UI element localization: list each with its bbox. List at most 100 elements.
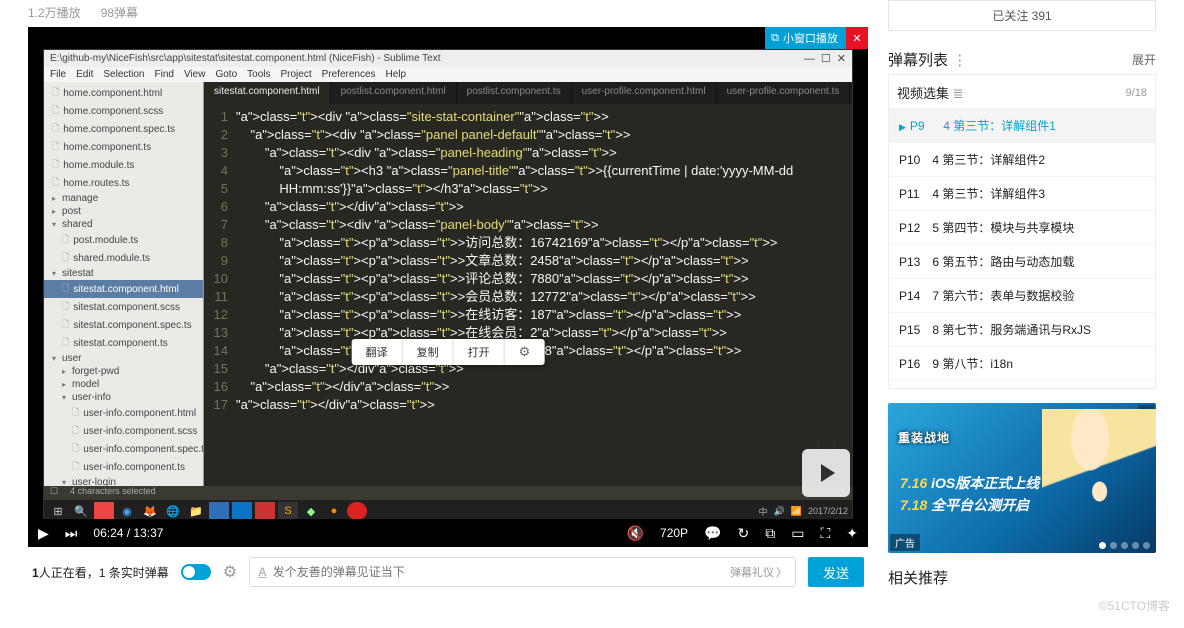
playlist-item-P10[interactable]: P10 4 第三节：详解组件2 <box>889 142 1155 176</box>
folder-model[interactable]: model <box>44 378 203 391</box>
context-popup[interactable]: 翻译 复制 打开 ⚙ <box>352 339 545 365</box>
danmaku-input-bar: 1人正在看，1 条实时弹幕 ⚙ A 弹幕礼仪 〉 发送 <box>28 547 868 597</box>
menu-find[interactable]: Find <box>155 69 174 80</box>
menu-project[interactable]: Project <box>281 69 312 80</box>
play-icon[interactable]: ▶ <box>38 525 49 542</box>
next-icon[interactable]: ⏭ <box>65 525 78 542</box>
menu-help[interactable]: Help <box>386 69 407 80</box>
pip-icon[interactable]: ⧉ <box>765 525 775 542</box>
playlist-item-P12[interactable]: P12 5 第四节：模块与共享模块 <box>889 210 1155 244</box>
tab-user-profile.component.ts[interactable]: user-profile.component.ts <box>717 82 851 104</box>
search-icon[interactable]: 🔍 <box>71 502 91 520</box>
editor-tabs[interactable]: sitestat.component.htmlpostlist.componen… <box>204 82 852 104</box>
playlist-item-P13[interactable]: P13 6 第五节：路由与动态加载 <box>889 244 1155 278</box>
settings-icon[interactable]: ✦ <box>846 525 858 542</box>
folder-user-info[interactable]: user-info <box>44 391 203 404</box>
copy-button[interactable]: 复制 <box>403 339 454 365</box>
window-title: E:\github-my\NiceFish\src\app\sitestat\s… <box>50 53 441 64</box>
file-post.module.ts[interactable]: post.module.ts <box>44 231 203 249</box>
folder-sitestat[interactable]: sitestat <box>44 267 203 280</box>
mute-icon[interactable]: 🔇 <box>627 525 644 542</box>
list-mode-icon[interactable]: ≣ <box>953 86 964 101</box>
danmaku-input-wrap[interactable]: A 弹幕礼仪 〉 <box>249 557 796 587</box>
danmaku-input[interactable] <box>273 565 724 579</box>
menu-selection[interactable]: Selection <box>103 69 144 80</box>
playlist-item-P17[interactable]: P17 20170513上海源创会-Angular核心新特性-... <box>889 380 1155 388</box>
playlist-item-P11[interactable]: P11 4 第三节：详解组件3 <box>889 176 1155 210</box>
file-home.routes.ts[interactable]: home.routes.ts <box>44 174 203 192</box>
tab-postlist.component.ts[interactable]: postlist.component.ts <box>457 82 572 104</box>
file-explorer[interactable]: home.component.htmlhome.component.scssho… <box>44 82 204 522</box>
folder-user[interactable]: user <box>44 352 203 365</box>
file-user-info.component.spec.ts[interactable]: user-info.component.spec.ts <box>44 440 203 458</box>
file-sitestat.component.ts[interactable]: sitestat.component.ts <box>44 334 203 352</box>
folder-shared[interactable]: shared <box>44 218 203 231</box>
close-icon[interactable]: ✕ <box>846 27 868 49</box>
ad-banner[interactable]: ✕ 重装战地 7.16 iOS版本正式上线 7.18 全平台公测开启 广告 <box>888 403 1156 553</box>
danmaku-settings-icon[interactable]: ⚙ <box>223 562 237 582</box>
font-style-icon[interactable]: A <box>258 565 267 579</box>
file-user-info.component.ts[interactable]: user-info.component.ts <box>44 458 203 476</box>
danmaku-count: 98弹幕 <box>101 4 138 21</box>
tab-user-info.component.ts[interactable]: user-info.component.ts <box>850 82 852 104</box>
file-home.module.ts[interactable]: home.module.ts <box>44 156 203 174</box>
menu-edit[interactable]: Edit <box>76 69 93 80</box>
line-gutter: 1234567891011121314151617 <box>204 108 236 518</box>
menu-preferences[interactable]: Preferences <box>322 69 376 80</box>
file-home.component.spec.ts[interactable]: home.component.spec.ts <box>44 120 203 138</box>
menu-tools[interactable]: Tools <box>247 69 270 80</box>
playlist-item-P14[interactable]: P14 7 第六节：表单与数据校验 <box>889 278 1155 312</box>
quality-label[interactable]: 720P <box>660 526 688 540</box>
tab-sitestat.component.html[interactable]: sitestat.component.html <box>204 82 331 104</box>
danmaku-list-header[interactable]: 弹幕列表 ⋮ 展开 <box>888 45 1156 74</box>
video-meta: 1.2万播放 98弹幕 <box>28 0 868 27</box>
menu-file[interactable]: File <box>50 69 66 80</box>
playlist-panel: 视频选集 ≣ 9/18 P9 4 第三节：详解组件1P10 4 第三节：详解组件… <box>888 74 1156 389</box>
sublime-window: E:\github-my\NiceFish\src\app\sitestat\s… <box>43 49 853 523</box>
follow-status[interactable]: 已关注 391 <box>888 0 1156 31</box>
ad-label: 广告 <box>890 534 920 551</box>
fullscreen-icon[interactable]: ⛶ <box>820 525 830 542</box>
loop-icon[interactable]: ↻ <box>737 525 749 542</box>
expand-button[interactable]: 展开 <box>1132 51 1156 68</box>
folder-post[interactable]: post <box>44 205 203 218</box>
system-tray[interactable]: 中🔊📶2017/2/12 <box>759 505 849 518</box>
menu-goto[interactable]: Goto <box>215 69 237 80</box>
file-home.component.ts[interactable]: home.component.ts <box>44 138 203 156</box>
mini-window-icon: ⧉ <box>771 32 779 45</box>
send-button[interactable]: 发送 <box>808 557 864 587</box>
danmaku-toggle-icon[interactable]: 💬 <box>704 525 721 542</box>
menu-view[interactable]: View <box>184 69 206 80</box>
start-icon[interactable]: ⊞ <box>48 502 68 520</box>
file-home.component.html[interactable]: home.component.html <box>44 84 203 102</box>
playlist-item-P9[interactable]: P9 4 第三节：详解组件1 <box>889 108 1155 142</box>
wide-icon[interactable]: ▭ <box>791 525 804 542</box>
file-sitestat.component.scss[interactable]: sitestat.component.scss <box>44 298 203 316</box>
ad-pager[interactable] <box>1099 542 1150 549</box>
viewers-info: 1人正在看，1 条实时弹幕 <box>32 564 169 581</box>
file-user-info.component.scss[interactable]: user-info.component.scss <box>44 422 203 440</box>
file-sitestat.component.html[interactable]: sitestat.component.html <box>44 280 203 298</box>
playlist-item-P16[interactable]: P16 9 第八节：i18n <box>889 346 1155 380</box>
video-player[interactable]: ⧉ 小窗口播放 ✕ E:\github-my\NiceFish\src\app\… <box>28 27 868 547</box>
translate-button[interactable]: 翻译 <box>352 339 403 365</box>
file-shared.module.ts[interactable]: shared.module.ts <box>44 249 203 267</box>
folder-manage[interactable]: manage <box>44 192 203 205</box>
file-user-info.component.html[interactable]: user-info.component.html <box>44 404 203 422</box>
editor-statusbar: ☐4 characters selected <box>44 486 852 500</box>
folder-forget-pwd[interactable]: forget-pwd <box>44 365 203 378</box>
code-editor[interactable]: 1234567891011121314151617 "a">class="t">… <box>204 104 852 522</box>
tab-postlist.component.html[interactable]: postlist.component.html <box>331 82 457 104</box>
danmaku-etiquette[interactable]: 弹幕礼仪 〉 <box>730 564 787 580</box>
big-play-button[interactable] <box>802 449 850 497</box>
file-sitestat.component.spec.ts[interactable]: sitestat.component.spec.ts <box>44 316 203 334</box>
file-home.component.scss[interactable]: home.component.scss <box>44 102 203 120</box>
mini-window-button[interactable]: ⧉ 小窗口播放 ✕ <box>765 27 868 49</box>
playlist-item-P15[interactable]: P15 8 第七节：服务端通讯与RxJS <box>889 312 1155 346</box>
open-button[interactable]: 打开 <box>454 339 505 365</box>
menu-bar[interactable]: File Edit Selection Find View Goto Tools Projec… <box>44 67 852 82</box>
time-display: 06:24 / 13:37 <box>93 526 163 540</box>
tab-user-profile.component.html[interactable]: user-profile.component.html <box>572 82 717 104</box>
danmaku-switch[interactable] <box>181 564 211 580</box>
gear-icon[interactable]: ⚙ <box>505 339 545 365</box>
